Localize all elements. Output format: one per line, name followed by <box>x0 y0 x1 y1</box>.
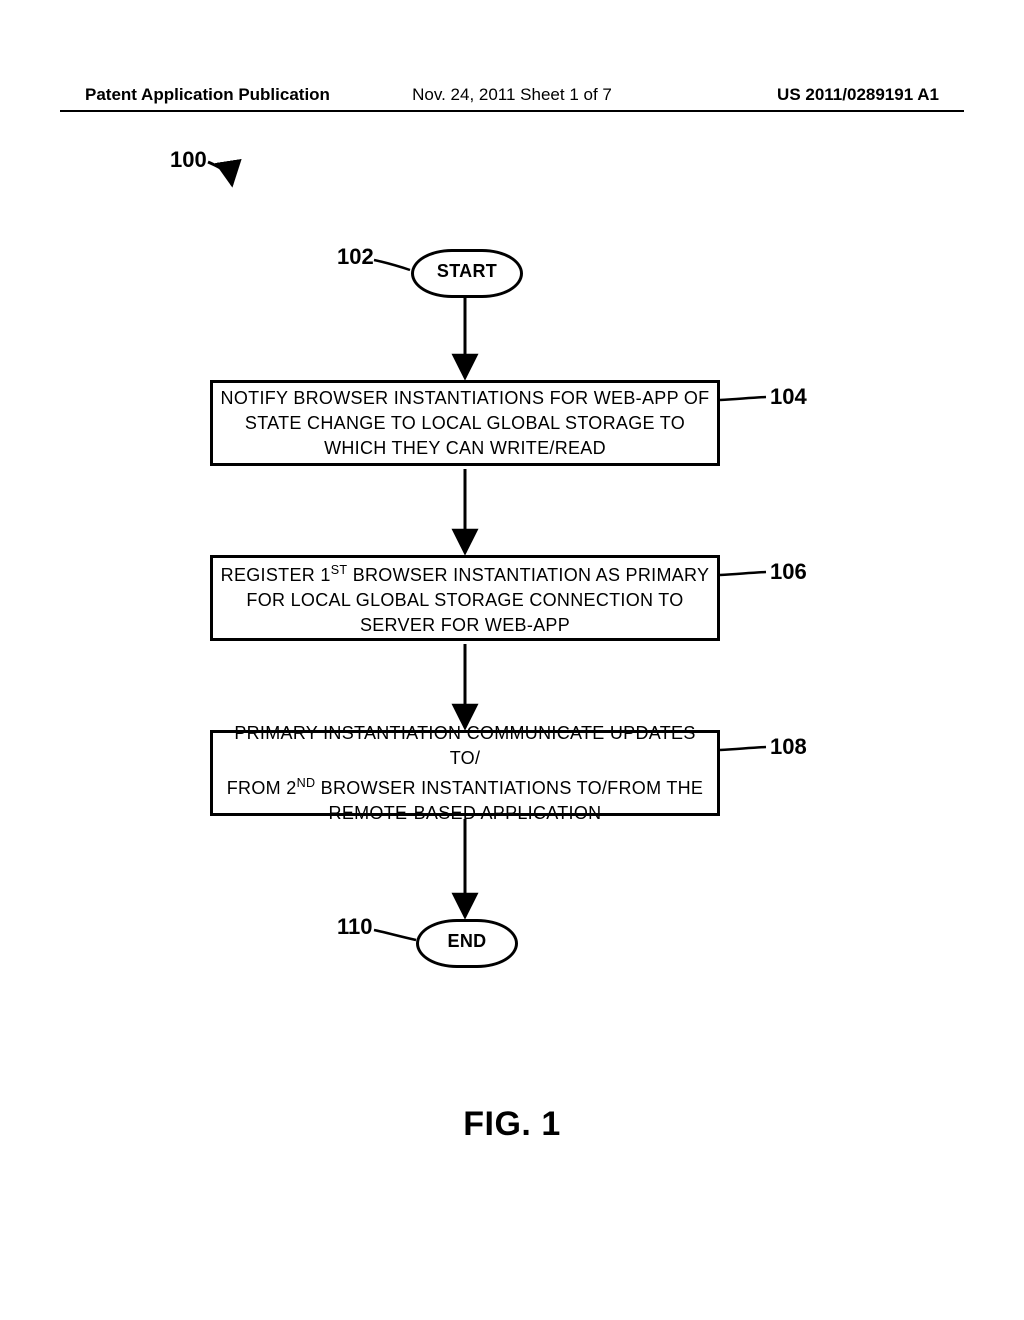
flow-node-end-label: END <box>448 931 487 951</box>
line: PRIMARY INSTANTIATION COMMUNICATE UPDATE… <box>234 723 695 768</box>
flow-node-104-text: NOTIFY BROWSER INSTANTIATIONS FOR WEB-AP… <box>221 386 710 461</box>
sup: ND <box>297 776 316 790</box>
flow-node-start-label: START <box>437 261 497 281</box>
header-right-text: US 2011/0289191 A1 <box>777 85 939 105</box>
line: REMOTE-BASED APPLICATION <box>329 803 602 823</box>
line: STATE CHANGE TO LOCAL GLOBAL STORAGE TO <box>245 413 685 433</box>
ref-label-102: 102 <box>337 244 374 270</box>
ref-label-108: 108 <box>770 734 807 760</box>
flow-node-end: END <box>416 919 518 968</box>
line: NOTIFY BROWSER INSTANTIATIONS FOR WEB-AP… <box>221 388 710 408</box>
sup: ST <box>331 563 348 577</box>
line: FOR LOCAL GLOBAL STORAGE CONNECTION TO <box>246 590 683 610</box>
flow-node-104: NOTIFY BROWSER INSTANTIATIONS FOR WEB-AP… <box>210 380 720 466</box>
ref-label-106: 106 <box>770 559 807 585</box>
flow-node-108: PRIMARY INSTANTIATION COMMUNICATE UPDATE… <box>210 730 720 816</box>
figure-caption: FIG. 1 <box>0 1105 1024 1144</box>
flow-node-start: START <box>411 249 523 298</box>
line: FROM 2 <box>227 778 297 798</box>
ref-label-100: 100 <box>170 147 207 173</box>
flow-node-106: REGISTER 1ST BROWSER INSTANTIATION AS PR… <box>210 555 720 641</box>
page-root: Patent Application Publication Nov. 24, … <box>0 0 1024 1320</box>
line: WHICH THEY CAN WRITE/READ <box>324 438 606 458</box>
line: SERVER FOR WEB-APP <box>360 615 570 635</box>
header-rule <box>60 110 964 112</box>
line: BROWSER INSTANTIATION AS PRIMARY <box>347 565 709 585</box>
flow-node-108-text: PRIMARY INSTANTIATION COMMUNICATE UPDATE… <box>219 721 711 826</box>
ref-label-110: 110 <box>337 914 373 940</box>
flow-node-106-text: REGISTER 1ST BROWSER INSTANTIATION AS PR… <box>221 558 710 638</box>
line: BROWSER INSTANTIATIONS TO/FROM THE <box>315 778 703 798</box>
ref-label-104: 104 <box>770 384 807 410</box>
line: REGISTER 1 <box>221 565 331 585</box>
